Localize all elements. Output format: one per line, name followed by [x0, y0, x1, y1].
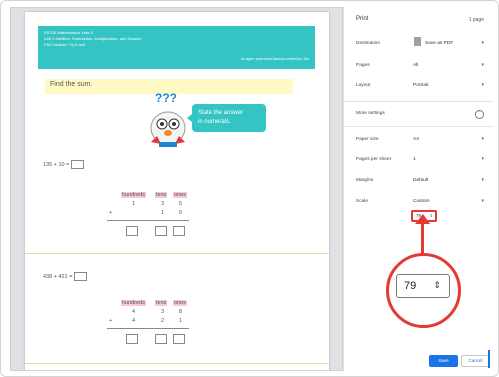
problem-1-digit: 3 — [161, 201, 165, 207]
problem-2-digit: 2 — [161, 318, 165, 324]
problem-1-digit: 1 — [161, 210, 165, 216]
zoomed-scale-value: 79 — [404, 280, 417, 292]
pages-label: Pages — [356, 63, 370, 68]
problem-1-equation-text: 135 + 10 = — [43, 161, 70, 168]
zoomed-scale-input[interactable]: 79 ⇕ — [396, 274, 450, 298]
problem-2-answer-box — [74, 272, 88, 281]
question-marks: ??? — [155, 91, 177, 105]
problem-1-sum-line — [107, 220, 189, 221]
margins-label: Margins — [356, 178, 374, 183]
scale-label: Scale — [356, 199, 368, 204]
worksheet-header-right: for ages: www.world-famous-online.fun, 2… — [241, 57, 309, 61]
spinner-icon[interactable]: ⇕ — [433, 280, 441, 291]
problem-2-answer-tens — [155, 334, 167, 344]
spinner-icon[interactable]: ⇕ — [430, 213, 433, 218]
problem-2-digit: 4 — [132, 309, 136, 315]
layout-select[interactable]: Portrait — [413, 83, 428, 88]
destination-select[interactable]: Save as PDF — [425, 41, 453, 46]
chevron-down-icon[interactable]: ▾ — [481, 156, 484, 162]
problem-2-digit: 1 — [179, 318, 183, 324]
chevron-down-icon[interactable]: ▾ — [481, 198, 484, 204]
problem-1-answer-tens — [155, 226, 167, 236]
layout-label: Layout — [356, 83, 371, 88]
problem-2-operator: + — [109, 318, 113, 324]
chevron-down-icon[interactable]: ▾ — [481, 62, 484, 68]
problem-1-digit: 5 — [179, 201, 183, 207]
destination-label: Destination — [356, 41, 380, 46]
worksheet-header-line-3: P&D Module: Try it out! — [44, 42, 86, 47]
bubble-line-2: in numerals. — [198, 119, 231, 125]
problem-2-answer-ones — [173, 334, 185, 344]
pages-per-sheet-select[interactable]: 1 — [413, 157, 416, 162]
problem-2-header-ones: ones — [173, 300, 187, 306]
paper-size-select[interactable]: A4 — [413, 137, 419, 142]
problem-2-sum-line — [107, 328, 189, 329]
problem-2-header-tens: tens — [155, 300, 168, 306]
scale-select[interactable]: Custom — [413, 199, 430, 204]
print-title: Print — [356, 16, 369, 22]
problem-1-answer-ones — [173, 226, 185, 236]
problem-2-digit: 8 — [179, 309, 183, 315]
paper-size-label: Paper size — [356, 137, 379, 142]
more-settings-toggle[interactable]: More settings — [356, 111, 385, 116]
problem-1-answer-box — [71, 160, 85, 169]
cursor-indicator — [482, 350, 490, 368]
print-preview-area[interactable]: IGCSE Mathematics Year 3 Unit 2 Addition… — [10, 7, 343, 371]
chevron-down-icon[interactable]: ▾ — [481, 136, 484, 142]
problem-2-digit: 4 — [132, 318, 136, 324]
problem-2-header-hundreds: hundreds — [121, 300, 146, 306]
bubble-line-1: State the answer — [198, 110, 244, 116]
margins-select[interactable]: Default — [413, 178, 428, 183]
problem-2-digit: 3 — [161, 309, 165, 315]
problem-separator — [25, 363, 329, 364]
divider — [344, 126, 493, 127]
problem-1-equation: 135 + 10 = — [43, 160, 85, 169]
chevron-down-icon[interactable]: ▾ — [481, 82, 484, 88]
save-button[interactable]: Save — [429, 355, 458, 367]
worksheet-header: IGCSE Mathematics Year 3 Unit 2 Addition… — [38, 26, 315, 69]
problem-separator — [25, 253, 329, 254]
problem-2-equation: 438 + 421 = — [43, 272, 88, 281]
problem-1-operator: + — [109, 210, 113, 216]
speech-bubble: State the answer in numerals. — [187, 104, 266, 132]
callout-arrow — [421, 221, 424, 254]
worksheet-header-line-2: Unit 2 Addition, Subtraction, Multiplica… — [44, 36, 142, 41]
chevron-down-icon[interactable]: ▾ — [481, 177, 484, 183]
problem-2-answer-hundreds — [126, 334, 138, 344]
problem-1-answer-hundreds — [126, 226, 138, 236]
problem-1-digit: 1 — [132, 201, 136, 207]
preview-page: IGCSE Mathematics Year 3 Unit 2 Addition… — [25, 12, 329, 370]
divider — [344, 101, 493, 102]
worksheet-header-line-1: IGCSE Mathematics Year 3 — [44, 30, 93, 35]
pdf-file-icon — [414, 37, 421, 46]
instruction-text: Find the sum. — [50, 81, 93, 88]
print-dialog: IGCSE Mathematics Year 3 Unit 2 Addition… — [0, 0, 499, 377]
page-count: 1 page — [468, 17, 484, 23]
chevron-up-icon[interactable]: ˆ — [475, 110, 484, 119]
chevron-down-icon[interactable]: ▾ — [481, 40, 484, 46]
problem-1-header-ones: ones — [173, 192, 187, 198]
pages-per-sheet-label: Pages per sheet — [356, 157, 391, 162]
problem-1-digit: 0 — [179, 210, 183, 216]
problem-2-equation-text: 438 + 421 = — [43, 273, 73, 280]
pages-select[interactable]: All — [413, 63, 418, 68]
mascot-illustration — [150, 111, 186, 147]
problem-1-header-tens: tens — [155, 192, 168, 198]
problem-1-header-hundreds: hundreds — [121, 192, 146, 198]
